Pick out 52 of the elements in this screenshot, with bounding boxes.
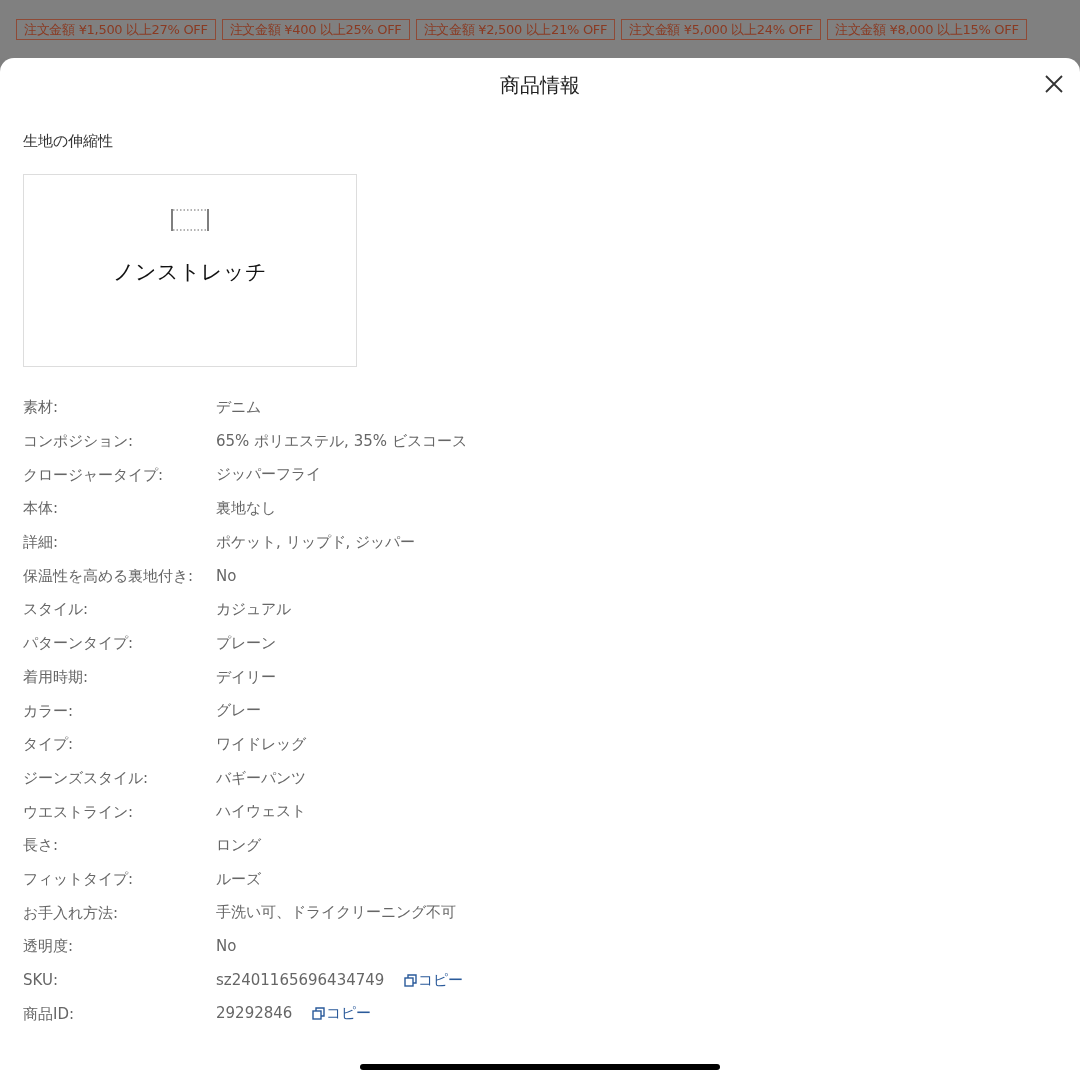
attribute-value: カジュアル bbox=[216, 599, 291, 621]
stretch-value: ノンストレッチ bbox=[113, 258, 267, 286]
attribute-value: ワイドレッグ bbox=[216, 733, 306, 755]
attribute-value: 裏地なし bbox=[216, 498, 276, 520]
attribute-value: デニム bbox=[216, 397, 261, 419]
attribute-label: 長さ: bbox=[23, 836, 60, 855]
coupon-tag[interactable]: 注文金額 ¥5,000 以上24% OFF bbox=[621, 19, 821, 40]
attribute-value: sz2401165696434749 bbox=[216, 969, 385, 991]
attribute-label: パターンタイプ: bbox=[23, 634, 135, 653]
copy-button[interactable]: コピー bbox=[404, 968, 464, 992]
attribute-value: プレーン bbox=[216, 632, 276, 654]
modal-title: 商品情報 bbox=[500, 72, 580, 99]
attribute-value: 手洗い可、ドライクリーニング不可 bbox=[216, 902, 456, 924]
copy-button[interactable]: コピー bbox=[312, 1002, 372, 1025]
stretch-icon bbox=[170, 207, 210, 232]
attribute-value: 65% ポリエステル, 35% ビスコース bbox=[216, 430, 467, 452]
attribute-label: 詳細: bbox=[23, 533, 60, 552]
attribute-label: 素材: bbox=[23, 398, 60, 417]
attribute-value: ロング bbox=[216, 835, 261, 857]
attribute-label: 透明度: bbox=[23, 937, 75, 956]
attribute-label: 商品ID: bbox=[23, 1004, 76, 1023]
attribute-value: ルーズ bbox=[216, 868, 261, 890]
attribute-value: No bbox=[216, 936, 237, 958]
coupon-tag[interactable]: 注文金額 ¥8,000 以上15% OFF bbox=[826, 19, 1027, 40]
attribute-value: ポケット, リップド, ジッパー bbox=[216, 531, 416, 553]
attribute-value: 29292846 bbox=[216, 1003, 293, 1025]
copy-icon bbox=[312, 1007, 326, 1021]
copy-icon bbox=[404, 973, 418, 987]
attribute-value: ハイウェスト bbox=[216, 801, 306, 823]
attribute-value: デイリー bbox=[216, 666, 276, 688]
section-heading: 生地の伸縮性 bbox=[23, 131, 114, 152]
attribute-value: ジッパーフライ bbox=[216, 464, 321, 486]
attribute-label: コンポジション: bbox=[23, 432, 135, 451]
attribute-label: SKU: bbox=[23, 971, 59, 990]
attribute-label: フィットタイプ: bbox=[23, 869, 135, 888]
attribute-value: No bbox=[216, 565, 237, 587]
attribute-value: グレー bbox=[216, 700, 261, 722]
attribute-label: クロージャータイプ: bbox=[23, 465, 165, 484]
attribute-label: ジーンズスタイル: bbox=[23, 768, 150, 787]
attribute-label: 着用時期: bbox=[23, 667, 90, 686]
attribute-label: ウエストライン: bbox=[23, 802, 135, 821]
close-icon bbox=[1045, 75, 1063, 93]
coupon-tag[interactable]: 注文金額 ¥400 以上25% OFF bbox=[221, 19, 410, 40]
attribute-value: バギーパンツ bbox=[216, 767, 306, 789]
attribute-label: お手入れ方法: bbox=[23, 903, 120, 922]
attribute-label: タイプ: bbox=[23, 735, 75, 754]
attribute-label: 保温性を高める裏地付き: bbox=[23, 566, 195, 585]
attribute-label: カラー: bbox=[23, 701, 75, 720]
coupon-tag[interactable]: 注文金額 ¥2,500 以上21% OFF bbox=[415, 19, 616, 40]
coupon-tag[interactable]: 注文金額 ¥1,500 以上27% OFF bbox=[16, 19, 216, 40]
attribute-label: スタイル: bbox=[23, 600, 90, 619]
attribute-label: 本体: bbox=[23, 499, 60, 518]
